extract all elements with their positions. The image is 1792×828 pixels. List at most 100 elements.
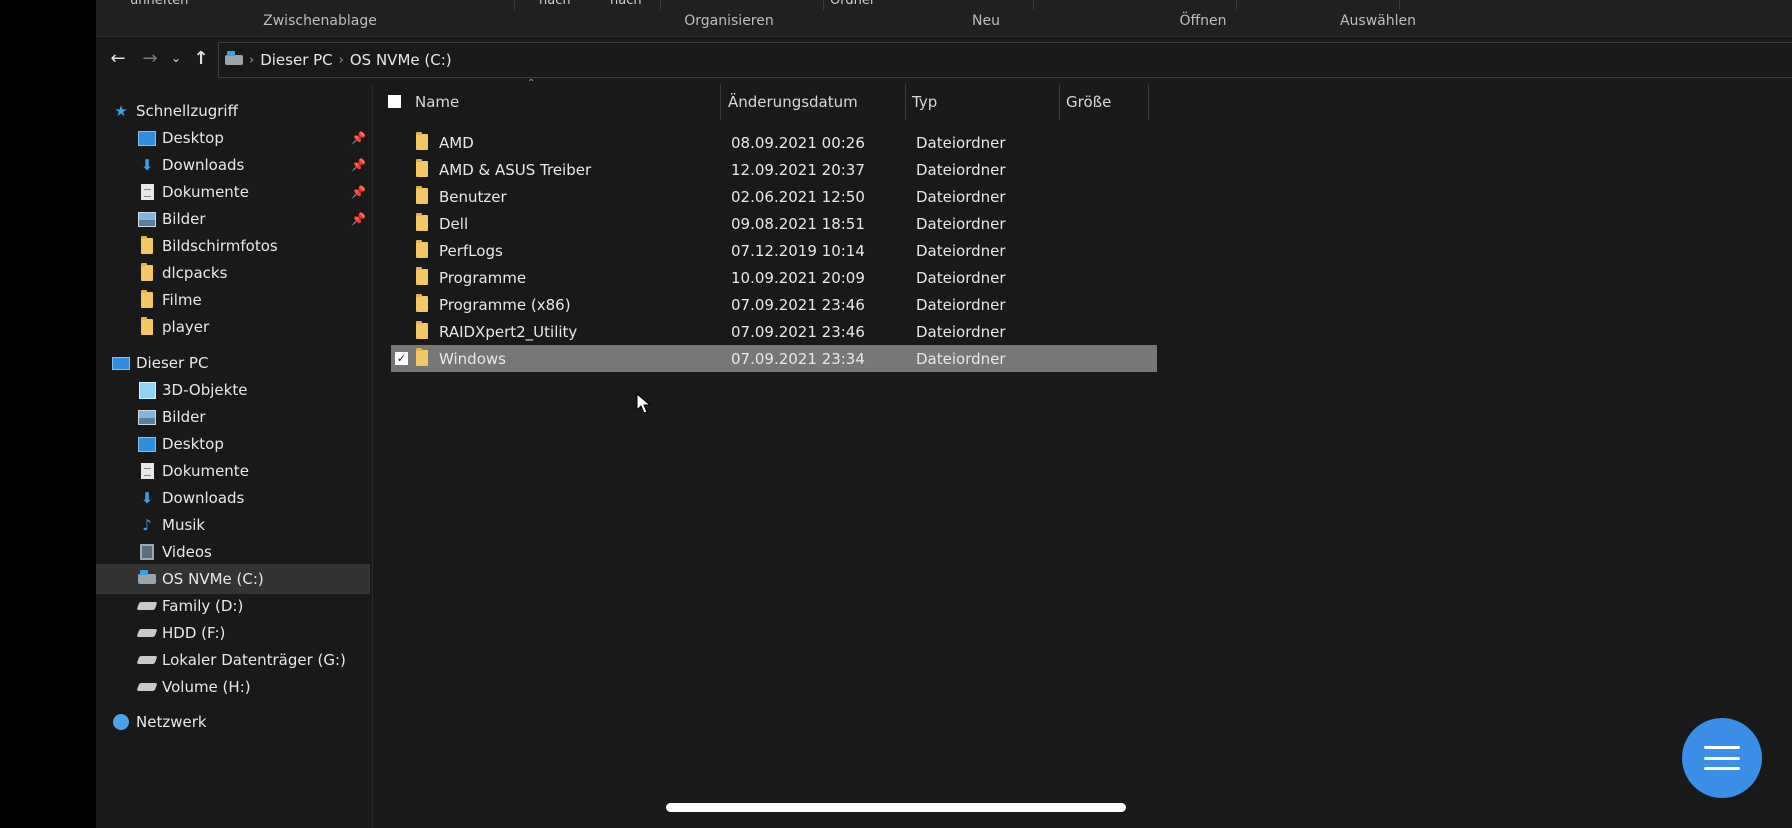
pin-icon[interactable]: 📌 [351,158,366,172]
sidebar-item-pictures[interactable]: Bilder 📌 [96,204,370,234]
folder-icon [416,186,428,208]
forward-button[interactable]: → [138,46,162,70]
sidebar-item-music[interactable]: ♪ Musik [96,510,370,540]
ribbon-unpin-label[interactable]: unheften [130,0,188,8]
file-type: Dateiordner [916,133,1006,152]
file-date: 10.09.2021 20:09 [731,268,865,287]
column-header-label: Änderungsdatum [728,93,858,111]
column-header-size[interactable]: Größe [1066,84,1111,120]
file-date: 08.09.2021 00:26 [731,133,865,152]
sidebar-item-label: 3D-Objekte [162,381,248,399]
file-name: Programme [439,268,527,287]
folder-icon [416,321,428,343]
table-row-selected[interactable]: ✓ Windows 07.09.2021 23:34 Dateiordner [391,345,1157,372]
folder-icon [138,290,156,309]
file-type: Dateiordner [916,214,1006,233]
menu-fab-button[interactable] [1682,718,1792,798]
sidebar-item-downloads[interactable]: ⬇ Downloads 📌 [96,150,370,180]
file-name: AMD [439,133,474,152]
table-row[interactable]: Programme (x86) 07.09.2021 23:46 Dateior… [391,291,1157,318]
sidebar-item-local-disk-g[interactable]: Lokaler Datenträger (G:) [96,645,370,675]
ribbon: unheften nach nach Ordner Zwischenablage… [96,0,1792,37]
column-divider[interactable] [905,84,906,120]
pin-icon[interactable]: 📌 [351,131,366,145]
drive-icon [136,678,158,696]
folder-icon [416,267,428,289]
home-indicator[interactable] [666,803,1126,812]
sidebar-item-3d-objects[interactable]: 3D-Objekte [96,375,370,405]
file-type: Dateiordner [916,241,1006,260]
sidebar-item-screenshots[interactable]: Bildschirmfotos [96,231,370,261]
drive-icon [225,51,243,69]
column-header-type[interactable]: Typ [912,84,937,120]
desktop-icon [138,435,156,453]
sidebar-item-this-pc[interactable]: Dieser PC [112,348,370,378]
sidebar-item-label: Bildschirmfotos [162,237,278,255]
chevron-right-icon[interactable]: › [339,53,344,68]
column-header-name[interactable]: Name [415,84,459,120]
up-button[interactable]: ↑ [189,46,213,70]
select-all-checkbox[interactable] [388,95,401,108]
ribbon-copy-to-label[interactable]: nach [610,0,642,8]
pin-icon[interactable]: 📌 [351,185,366,199]
sidebar-item-pc-pictures[interactable]: Bilder [96,402,370,432]
sidebar-item-label: Desktop [162,435,224,453]
sidebar-item-volume-h[interactable]: Volume (H:) [96,672,370,702]
sidebar-item-dlcpacks[interactable]: dlcpacks [96,258,370,288]
sidebar-item-os-nvme-c[interactable]: OS NVMe (C:) [96,564,370,594]
sidebar-item-network[interactable]: Netzwerk [112,707,370,737]
table-row[interactable]: AMD 08.09.2021 00:26 Dateiordner [391,129,1157,156]
table-row[interactable]: AMD & ASUS Treiber 12.09.2021 20:37 Date… [391,156,1157,183]
table-row[interactable]: RAIDXpert2_Utility 07.09.2021 23:46 Date… [391,318,1157,345]
back-button[interactable]: ← [106,46,130,70]
folder-icon [416,159,428,181]
table-row[interactable]: Programme 10.09.2021 20:09 Dateiordner [391,264,1157,291]
pictures-icon [138,408,156,426]
folder-icon [138,317,156,336]
sidebar-item-label: HDD (F:) [162,624,226,642]
pin-icon[interactable]: 📌 [351,212,366,226]
file-type: Dateiordner [916,160,1006,179]
sidebar-item-label: Family (D:) [162,597,244,615]
sidebar-item-label: Videos [162,543,212,561]
column-divider[interactable] [1148,84,1149,120]
file-name: Dell [439,214,469,233]
sidebar-item-hdd-f[interactable]: HDD (F:) [96,618,370,648]
table-row[interactable]: Benutzer 02.06.2021 12:50 Dateiordner [391,183,1157,210]
sidebar-item-player[interactable]: player [96,312,370,342]
column-header-date[interactable]: Änderungsdatum [728,84,858,120]
ribbon-move-to-label[interactable]: nach [539,0,571,8]
table-row[interactable]: PerfLogs 07.12.2019 10:14 Dateiordner [391,237,1157,264]
sidebar-item-label: Filme [162,291,202,309]
breadcrumb-this-pc[interactable]: Dieser PC [260,51,332,69]
sidebar-item-movies[interactable]: Filme [96,285,370,315]
row-checkbox-checked[interactable]: ✓ [395,352,408,365]
documents-icon [138,183,156,201]
downloads-icon: ⬇ [140,489,154,507]
sidebar-item-family-d[interactable]: Family (D:) [96,591,370,621]
sidebar-item-documents[interactable]: Dokumente 📌 [96,177,370,207]
sidebar-item-label: Lokaler Datenträger (G:) [162,651,346,669]
sidebar-item-quick-access[interactable]: ★ Schnellzugriff [112,96,370,126]
folder-icon [416,132,428,154]
sidebar-item-pc-downloads[interactable]: ⬇ Downloads [96,483,370,513]
sidebar-item-pc-desktop[interactable]: Desktop [96,429,370,459]
address-bar[interactable]: › Dieser PC › OS NVMe (C:) [218,42,1792,78]
sidebar-item-videos[interactable]: Videos [96,537,370,567]
column-divider[interactable] [1059,84,1060,120]
table-row[interactable]: Dell 09.08.2021 18:51 Dateiordner [391,210,1157,237]
system-drive-icon [138,570,156,588]
sidebar-item-label: Dokumente [162,462,249,480]
arrow-left-icon: ← [110,47,126,69]
chevron-right-icon[interactable]: › [249,53,254,68]
ribbon-new-folder-label[interactable]: Ordner [830,0,875,8]
videos-icon [138,543,156,561]
recent-locations-button[interactable]: ⌄ [164,46,188,70]
ribbon-group-open: Öffnen [1179,13,1227,29]
sidebar-item-pc-documents[interactable]: Dokumente [96,456,370,486]
column-divider[interactable] [720,84,721,120]
sidebar-item-desktop[interactable]: Desktop 📌 [96,123,370,153]
breadcrumb-current-drive[interactable]: OS NVMe (C:) [350,51,452,69]
hamburger-menu-icon [1704,746,1740,770]
sidebar-item-label: player [162,318,210,336]
